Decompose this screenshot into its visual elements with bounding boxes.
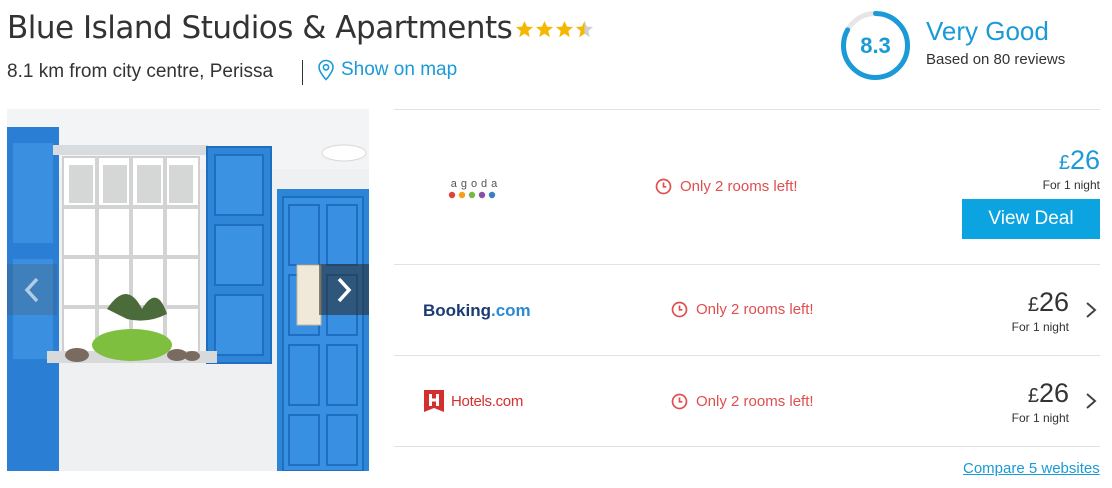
hotels-com-logo: Hotels.com (422, 388, 523, 414)
price-value: 26 (1038, 287, 1069, 317)
availability-text: Only 2 rooms left! (680, 178, 798, 195)
divider (394, 264, 1100, 265)
booking-logo: Booking.com (423, 301, 531, 321)
review-count: Based on 80 reviews (926, 51, 1066, 68)
divider (302, 60, 303, 85)
currency-symbol: £ (1027, 385, 1039, 407)
per-night-label: For 1 night (1011, 411, 1069, 425)
availability-badge: Only 2 rooms left! (671, 301, 814, 318)
booking-logo-main: Booking (423, 301, 491, 320)
half-star-icon (575, 20, 594, 38)
currency-symbol: £ (1027, 294, 1039, 316)
star-icon (535, 20, 554, 38)
gallery-prev-button[interactable] (7, 264, 57, 315)
chevron-right-icon[interactable] (1085, 391, 1097, 411)
availability-badge: Only 2 rooms left! (671, 393, 814, 410)
chevron-right-icon (337, 277, 352, 302)
hotels-com-logo-text: Hotels.com (451, 392, 524, 410)
availability-text: Only 2 rooms left! (696, 393, 814, 410)
deal-price: £26 (1059, 145, 1100, 176)
hotel-name: Blue Island Studios & Apartments (7, 10, 513, 46)
agoda-logo-text: agoda (450, 178, 502, 190)
show-on-map-link[interactable]: Show on map (317, 59, 457, 81)
star-icon (515, 20, 534, 38)
clock-icon (671, 393, 688, 410)
booking-logo-suffix: .com (491, 301, 531, 320)
agoda-logo: agoda (448, 178, 504, 199)
hotels-com-h-icon (424, 390, 444, 412)
view-deal-button[interactable]: View Deal (962, 199, 1100, 239)
gallery-next-button[interactable] (319, 264, 369, 315)
rating-word: Very Good (926, 16, 1049, 46)
hotel-photo[interactable] (7, 109, 369, 471)
distance-text: 8.1 km from city centre, Perissa (7, 61, 274, 82)
compare-websites-link[interactable]: Compare 5 websites (963, 460, 1100, 477)
star-icon (555, 20, 574, 38)
per-night-label: For 1 night (1011, 320, 1069, 334)
clock-icon (671, 301, 688, 318)
show-on-map-label: Show on map (341, 59, 458, 80)
review-score: 8.3 (860, 32, 891, 58)
availability-badge: Only 2 rooms left! (655, 178, 798, 195)
divider (394, 109, 1100, 110)
chevron-left-icon (24, 277, 39, 302)
star-rating (515, 20, 594, 39)
currency-symbol: £ (1058, 152, 1070, 174)
deal-price[interactable]: £26 (1028, 287, 1069, 318)
clock-icon (655, 178, 672, 195)
price-value: 26 (1038, 378, 1069, 408)
divider (394, 446, 1100, 447)
divider (394, 355, 1100, 356)
per-night-label: For 1 night (1042, 178, 1100, 192)
chevron-right-icon[interactable] (1085, 300, 1097, 320)
deal-price[interactable]: £26 (1028, 378, 1069, 409)
availability-text: Only 2 rooms left! (696, 301, 814, 318)
map-pin-icon (318, 59, 334, 81)
price-value: 26 (1069, 145, 1100, 175)
